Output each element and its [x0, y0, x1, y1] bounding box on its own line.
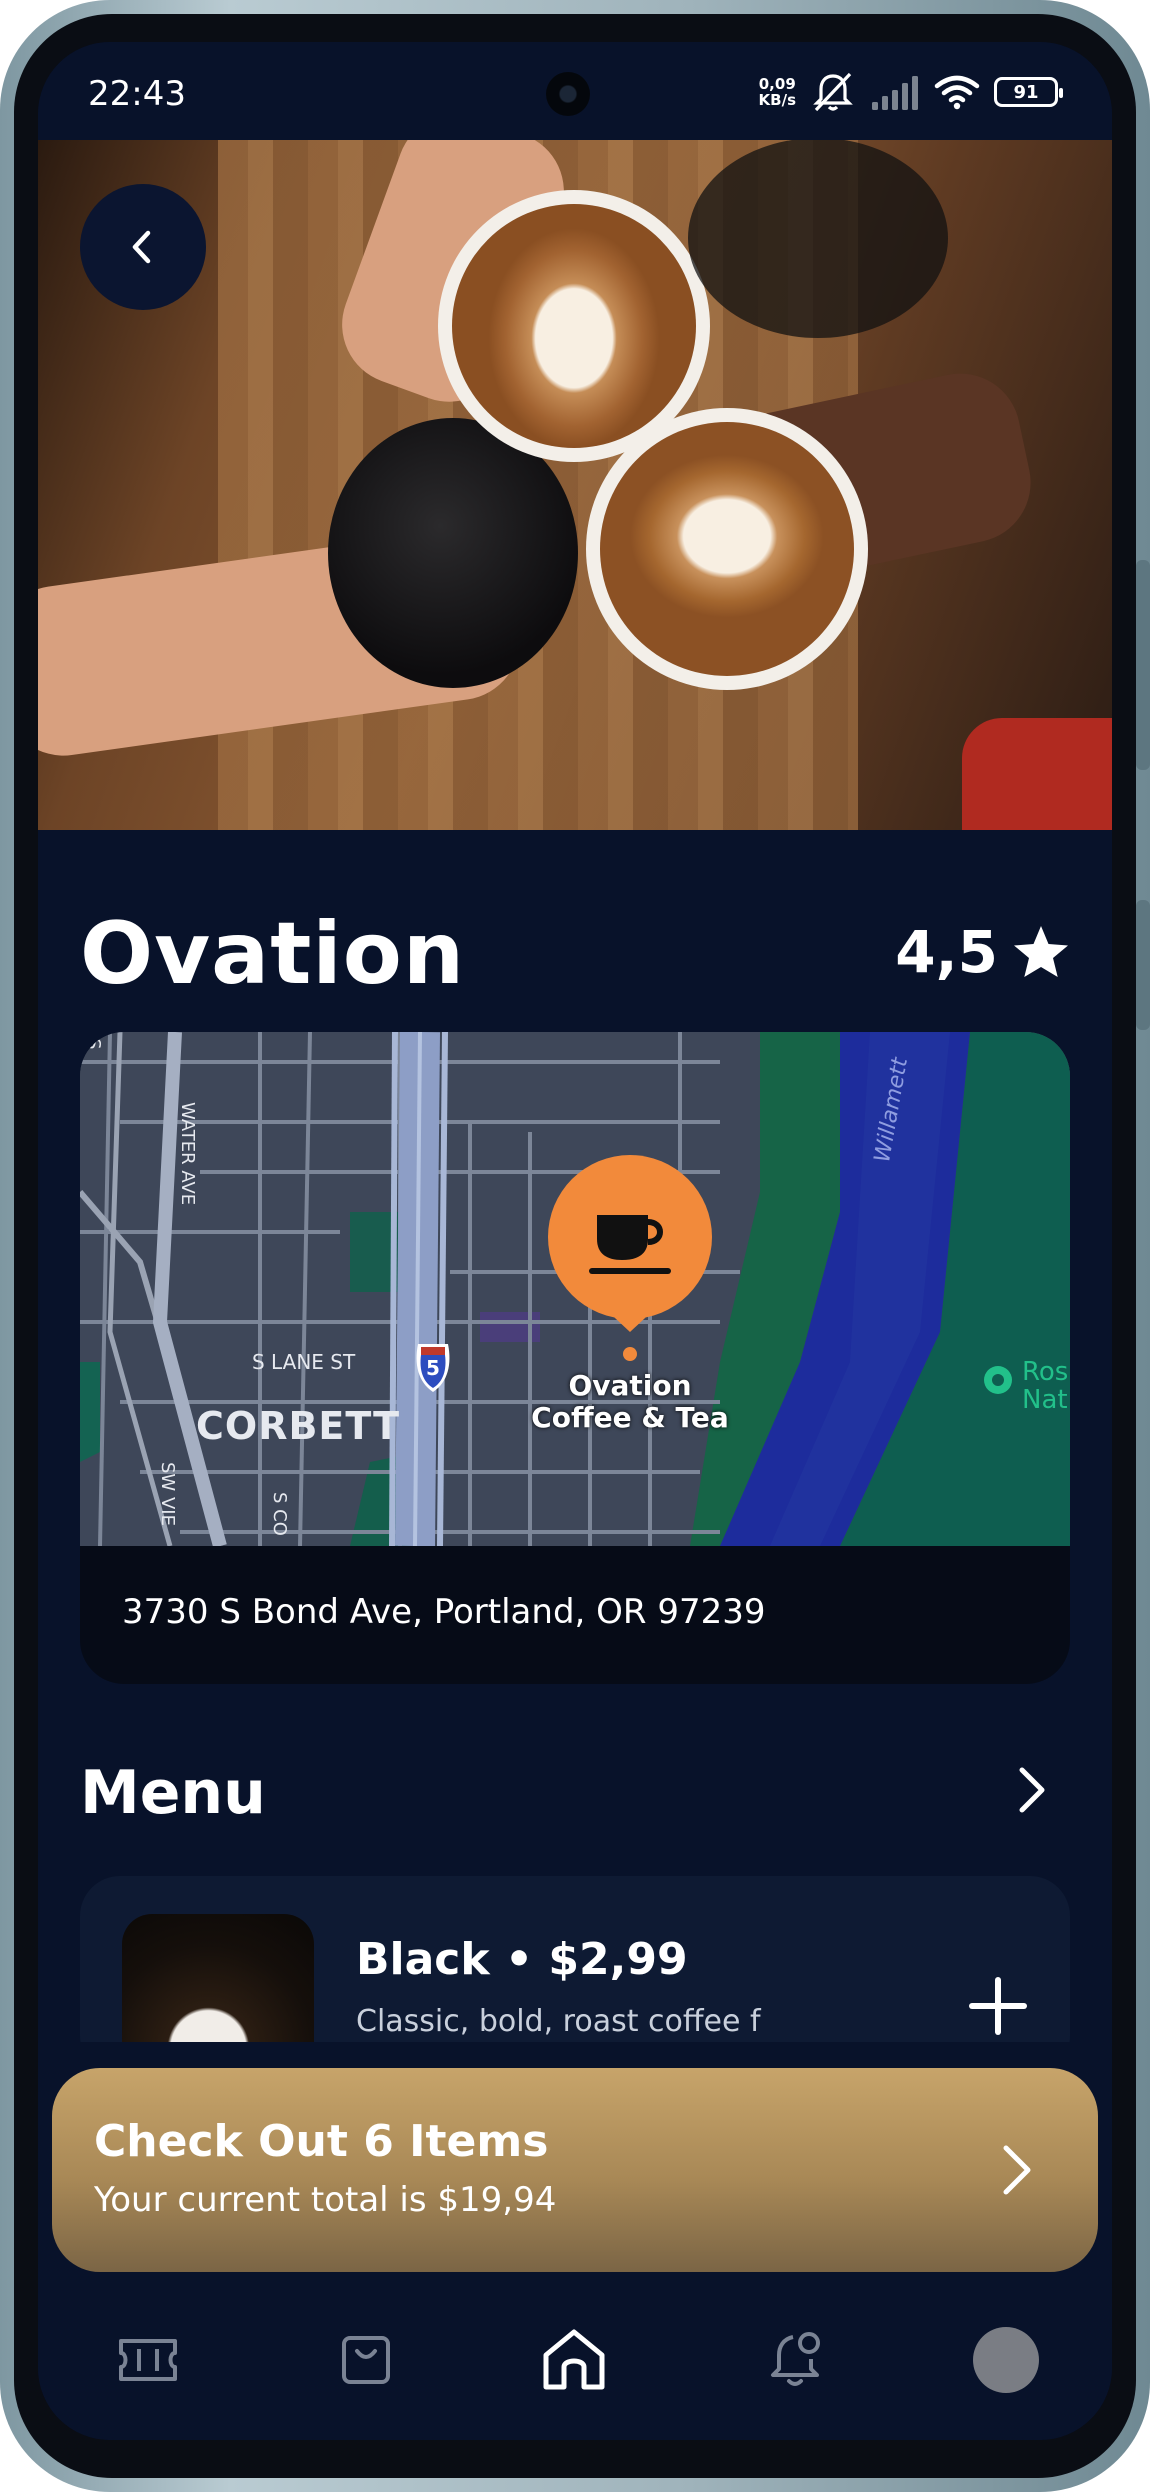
checkout-button[interactable]: Check Out 6 Items Your current total is …: [52, 2068, 1098, 2272]
nav-home[interactable]: [536, 2322, 612, 2398]
shop-name: Ovation: [80, 904, 466, 1004]
checkout-title: Check Out 6 Items: [94, 2116, 549, 2167]
map-poi-label: Ros Nat: [1022, 1358, 1068, 1414]
profile-avatar: [973, 2327, 1039, 2393]
hero-image: [38, 138, 1112, 830]
signal-icon: [872, 76, 918, 110]
bell-icon: [771, 2332, 820, 2386]
nav-profile[interactable]: [968, 2322, 1044, 2398]
net-speed-value: 0,09: [758, 75, 796, 93]
map-street-label: WATER AVE: [177, 1102, 198, 1206]
ticket-icon: [119, 2339, 177, 2381]
pin-label-line1: Ovation: [568, 1369, 692, 1402]
red-object-image: [962, 718, 1112, 830]
bag-icon: [342, 2336, 390, 2384]
front-camera: [546, 72, 590, 116]
battery-level: 91: [1013, 81, 1039, 103]
rating-value: 4,5: [895, 918, 998, 986]
back-button[interactable]: [80, 184, 206, 310]
map-street-label: SW VIE: [157, 1462, 178, 1526]
pin-label-line2: Coffee & Tea: [531, 1401, 729, 1434]
status-icons: 0,09 KB/s 91: [759, 70, 1063, 114]
location-card[interactable]: Ovation Coffee & Tea CORBETT S LANE ST W…: [80, 1032, 1070, 1684]
volume-button: [1136, 560, 1150, 770]
chevron-right-icon: [1019, 1767, 1045, 1813]
nav-notifications[interactable]: [758, 2322, 834, 2398]
bottom-panel: Check Out 6 Items Your current total is …: [38, 2042, 1112, 2440]
menu-see-all-button[interactable]: [1000, 1758, 1064, 1822]
checkout-total: Your current total is $19,94: [94, 2180, 557, 2220]
battery-icon: 91: [994, 77, 1063, 107]
bottom-navigation: [38, 2304, 1112, 2414]
star-icon: [1014, 926, 1068, 977]
iced-coffee-cup: [328, 418, 578, 688]
status-bar: 22:43 0,09 KB/s 91: [38, 42, 1112, 140]
map-street-label: S: [83, 1038, 104, 1050]
nav-bag[interactable]: [328, 2322, 404, 2398]
map-highway-number: 5: [426, 1356, 440, 1380]
net-speed-unit: KB/s: [758, 91, 796, 109]
menu-heading: Menu: [80, 1758, 266, 1828]
poi-label-line2: Nat: [1022, 1385, 1068, 1415]
shop-rating: 4,5: [895, 918, 1070, 986]
wifi-icon: [934, 75, 980, 110]
shop-address: 3730 S Bond Ave, Portland, OR 97239: [122, 1592, 766, 1632]
menu-item-name: Black • $2,99: [356, 1934, 688, 1985]
chevron-left-icon: [132, 230, 151, 264]
home-icon: [543, 2329, 605, 2390]
status-time: 22:43: [88, 74, 186, 114]
latte-cup: [586, 408, 868, 690]
map-pin-label: Ovation Coffee & Tea: [520, 1370, 740, 1434]
menu-item-description: Classic, bold, roast coffee f: [356, 2004, 761, 2039]
network-speed: 0,09 KB/s: [759, 76, 796, 108]
chevron-right-icon: [1003, 2145, 1031, 2195]
poi-label-line1: Ros: [1022, 1357, 1069, 1387]
map-view[interactable]: Ovation Coffee & Tea CORBETT S LANE ST W…: [80, 1032, 1070, 1546]
map-street-label: S LANE ST: [252, 1350, 356, 1374]
nav-tickets[interactable]: [110, 2322, 186, 2398]
app-screen: 22:43 0,09 KB/s 91 Ovation 4,5 Ovation C…: [38, 42, 1112, 2440]
phone-frame: 22:43 0,09 KB/s 91 Ovation 4,5 Ovation C…: [0, 0, 1150, 2492]
map-street-label: S CO: [269, 1492, 290, 1536]
map-district-label: CORBETT: [196, 1404, 401, 1448]
mute-icon: [813, 72, 853, 112]
saucer-image: [688, 138, 948, 338]
power-button: [1136, 900, 1150, 1030]
add-icon[interactable]: [968, 1976, 1028, 2036]
